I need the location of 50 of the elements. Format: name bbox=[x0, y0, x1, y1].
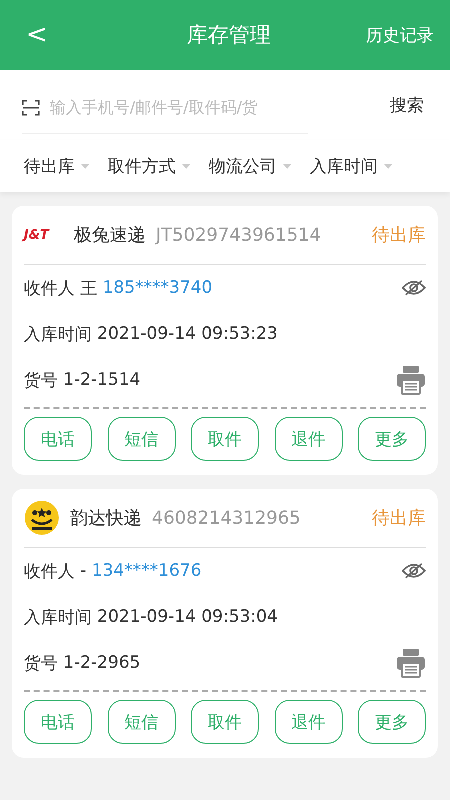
shelf-code: 1-2-1514 bbox=[63, 370, 141, 390]
action-button[interactable]: 电话 bbox=[24, 700, 92, 744]
hidden-eye-icon[interactable] bbox=[402, 280, 426, 296]
storage-time: 2021-09-14 09:53:23 bbox=[97, 324, 278, 344]
courier-name: 韵达快递 bbox=[70, 507, 142, 530]
action-button[interactable]: 退件 bbox=[274, 417, 342, 461]
filter-dropdown[interactable]: 取件方式 bbox=[108, 154, 191, 178]
filter-dropdown[interactable]: 物流公司 bbox=[209, 154, 292, 178]
action-button[interactable]: 更多 bbox=[358, 417, 426, 461]
action-button[interactable]: 短信 bbox=[108, 700, 176, 744]
tracking-number: 4608214312965 bbox=[152, 508, 302, 528]
printer-icon[interactable] bbox=[396, 648, 426, 678]
action-button[interactable]: 短信 bbox=[108, 417, 176, 461]
search-field[interactable]: 输入手机号/邮件号/取件码/货 bbox=[48, 97, 302, 118]
printer-icon[interactable] bbox=[396, 365, 426, 395]
caret-icon bbox=[384, 164, 393, 168]
history-button[interactable]: 历史记录 bbox=[366, 24, 434, 46]
caret-icon bbox=[182, 164, 191, 168]
page-title: 库存管理 bbox=[186, 22, 272, 49]
action-button[interactable]: 退件 bbox=[274, 700, 342, 744]
action-button[interactable]: 取件 bbox=[191, 417, 259, 461]
code-label: 货号 bbox=[24, 652, 58, 674]
phone-number[interactable]: 134****1676 bbox=[92, 561, 202, 581]
action-button[interactable]: 取件 bbox=[191, 700, 259, 744]
status-label: 待出库 bbox=[372, 507, 426, 530]
search-button[interactable]: 搜索 bbox=[384, 94, 430, 116]
back-button[interactable]: < bbox=[22, 20, 52, 50]
caret-icon bbox=[283, 164, 292, 168]
recipient-label: 收件人 bbox=[24, 278, 75, 300]
recipient-label: 收件人 bbox=[24, 560, 75, 582]
shelf-code: 1-2-2965 bbox=[63, 653, 141, 673]
time-label: 入库时间 bbox=[24, 606, 92, 628]
tracking-number: JT5029743961514 bbox=[156, 224, 322, 246]
courier-logo: J&T bbox=[24, 228, 64, 242]
action-button[interactable]: 更多 bbox=[358, 700, 426, 744]
storage-time: 2021-09-14 09:53:04 bbox=[97, 607, 278, 627]
courier-logo bbox=[24, 500, 60, 536]
phone-number[interactable]: 185****3740 bbox=[102, 278, 213, 298]
filter-dropdown[interactable]: 待出库 bbox=[24, 154, 90, 178]
courier-name: 极兔速递 bbox=[74, 224, 146, 247]
filter-dropdown[interactable]: 入库时间 bbox=[310, 154, 393, 178]
time-label: 入库时间 bbox=[24, 324, 92, 346]
status-label: 待出库 bbox=[372, 224, 426, 247]
recipient-name: 王 bbox=[80, 278, 98, 300]
scan-icon[interactable] bbox=[22, 100, 40, 116]
caret-icon bbox=[81, 164, 90, 168]
action-button[interactable]: 电话 bbox=[24, 417, 92, 461]
code-label: 货号 bbox=[24, 370, 58, 392]
hidden-eye-icon[interactable] bbox=[402, 563, 426, 579]
recipient-name: - bbox=[80, 561, 87, 581]
